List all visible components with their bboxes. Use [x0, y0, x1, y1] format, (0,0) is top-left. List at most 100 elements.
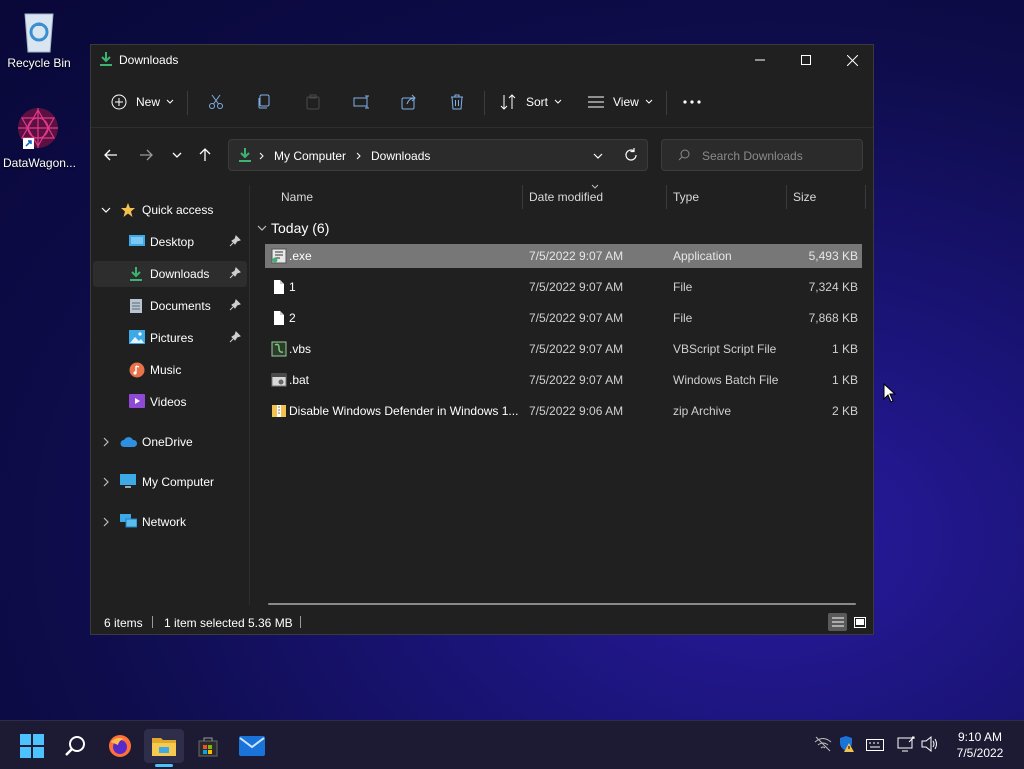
search-box[interactable]: Search Downloads: [661, 139, 863, 171]
cut-button[interactable]: [208, 81, 224, 123]
copy-button[interactable]: [256, 81, 272, 123]
nav-item-music[interactable]: Music: [93, 357, 247, 383]
address-bar[interactable]: My Computer Downloads: [228, 139, 648, 171]
paste-button[interactable]: [305, 81, 321, 123]
forward-button[interactable]: [139, 134, 153, 176]
view-button[interactable]: View: [588, 81, 653, 123]
column-header-name[interactable]: Name: [281, 190, 313, 214]
toolbar-separator: [666, 91, 667, 115]
column-header-type[interactable]: Type: [673, 190, 699, 214]
nav-item-pictures[interactable]: Pictures: [93, 325, 247, 351]
chevron-down-icon: [554, 99, 562, 104]
delete-button[interactable]: [449, 81, 465, 123]
file-name: 1: [289, 280, 296, 294]
vbs-icon: [271, 341, 287, 357]
toolbar-divider: [91, 127, 873, 128]
search-taskbar-button[interactable]: [56, 729, 96, 763]
nav-quick-access[interactable]: Quick access: [93, 197, 247, 223]
nav-item-videos[interactable]: Videos: [93, 389, 247, 415]
chevron-down-icon: [101, 207, 111, 213]
nav-onedrive-label: OneDrive: [142, 435, 193, 449]
address-dropdown-icon[interactable]: [593, 153, 603, 159]
desktop-icon-recycle-bin[interactable]: Recycle Bin: [4, 8, 74, 70]
security-shield-icon[interactable]: [838, 735, 856, 753]
clock[interactable]: 9:10 AM 7/5/2022: [950, 729, 1010, 761]
title-bar[interactable]: Downloads: [91, 45, 873, 75]
file-name: .exe: [289, 249, 312, 263]
firefox-icon: [109, 735, 131, 757]
zip-icon: [272, 405, 286, 417]
file-row-exe[interactable]: .exe 7/5/2022 9:07 AM Application 5,493 …: [265, 244, 862, 268]
file-date: 7/5/2022 9:07 AM: [529, 311, 624, 325]
recent-locations-button[interactable]: [172, 134, 182, 176]
pin-icon: [229, 267, 241, 279]
mail-taskbar-button[interactable]: [232, 729, 272, 763]
store-taskbar-button[interactable]: [188, 729, 228, 763]
breadcrumb-my-computer[interactable]: My Computer: [274, 149, 346, 163]
sort-button[interactable]: Sort: [500, 81, 562, 123]
pictures-icon: [129, 330, 145, 344]
nav-network-label: Network: [142, 515, 187, 529]
file-date: 7/5/2022 9:07 AM: [529, 249, 624, 263]
keyboard-icon[interactable]: [866, 739, 884, 751]
file-icon: [274, 311, 284, 325]
pane-splitter[interactable]: [249, 185, 250, 605]
column-separator[interactable]: [786, 185, 787, 209]
nav-my-computer[interactable]: My Computer: [93, 469, 247, 495]
more-options-button[interactable]: [683, 81, 701, 123]
pin-icon: [229, 331, 241, 343]
column-separator[interactable]: [522, 185, 523, 209]
details-view-button[interactable]: [828, 613, 847, 631]
file-row-bat[interactable]: .bat 7/5/2022 9:07 AM Windows Batch File…: [265, 368, 862, 392]
nav-network[interactable]: Network: [93, 509, 247, 535]
back-button[interactable]: [104, 134, 118, 176]
start-button[interactable]: [12, 729, 52, 763]
horizontal-scrollbar[interactable]: [268, 603, 856, 605]
display-network-icon[interactable]: [897, 736, 915, 752]
new-button[interactable]: New: [111, 81, 174, 123]
search-input[interactable]: Search Downloads: [702, 149, 803, 163]
breadcrumb-downloads[interactable]: Downloads: [371, 149, 430, 163]
file-name: Disable Windows Defender in Windows 1...: [289, 404, 519, 418]
scissors-icon: [209, 94, 223, 109]
nav-item-desktop[interactable]: Desktop: [93, 229, 247, 255]
pin-icon: [229, 299, 241, 311]
network-icon: [120, 514, 137, 528]
firefox-taskbar-button[interactable]: [100, 729, 140, 763]
tiles-view-button[interactable]: [850, 613, 869, 631]
file-size: 5,493 KB: [808, 249, 858, 263]
up-button[interactable]: [199, 134, 211, 176]
file-size: 7,868 KB: [808, 311, 858, 325]
status-separator: [300, 616, 301, 628]
chevron-right-icon: [259, 152, 264, 160]
nav-item-label: Desktop: [150, 235, 195, 249]
column-separator[interactable]: [666, 185, 667, 209]
nav-item-label: Videos: [150, 395, 187, 409]
nav-item-documents[interactable]: Documents: [93, 293, 247, 319]
details-view-icon: [831, 617, 844, 627]
downloads-icon: [239, 148, 251, 162]
refresh-icon[interactable]: [624, 148, 638, 162]
file-explorer-taskbar-button[interactable]: [144, 729, 184, 767]
file-row-zip[interactable]: Disable Windows Defender in Windows 1...…: [265, 399, 862, 423]
close-button[interactable]: [829, 45, 875, 75]
file-row-vbs[interactable]: .vbs 7/5/2022 9:07 AM VBScript Script Fi…: [265, 337, 862, 361]
maximize-button[interactable]: [783, 45, 829, 75]
nav-onedrive[interactable]: OneDrive: [93, 429, 247, 455]
volume-icon[interactable]: [921, 736, 939, 752]
minimize-button[interactable]: [737, 45, 783, 75]
column-separator[interactable]: [865, 185, 866, 209]
file-row-2[interactable]: 2 7/5/2022 9:07 AM File 7,868 KB: [265, 306, 862, 330]
documents-icon: [130, 299, 142, 313]
file-size: 7,324 KB: [808, 280, 858, 294]
share-button[interactable]: [401, 81, 417, 123]
column-header-size[interactable]: Size: [793, 190, 816, 214]
file-row-1[interactable]: 1 7/5/2022 9:07 AM File 7,324 KB: [265, 275, 862, 299]
rename-button[interactable]: [353, 81, 371, 123]
clock-date: 7/5/2022: [956, 746, 1004, 760]
column-header-date-modified[interactable]: Date modified: [529, 190, 603, 214]
network-disconnected-icon[interactable]: [814, 736, 832, 752]
desktop-icon-datawagon[interactable]: DataWagon...: [3, 106, 76, 170]
file-explorer-window: Downloads New Sort View My Computer Down…: [90, 44, 874, 635]
nav-item-downloads[interactable]: Downloads: [93, 261, 247, 287]
